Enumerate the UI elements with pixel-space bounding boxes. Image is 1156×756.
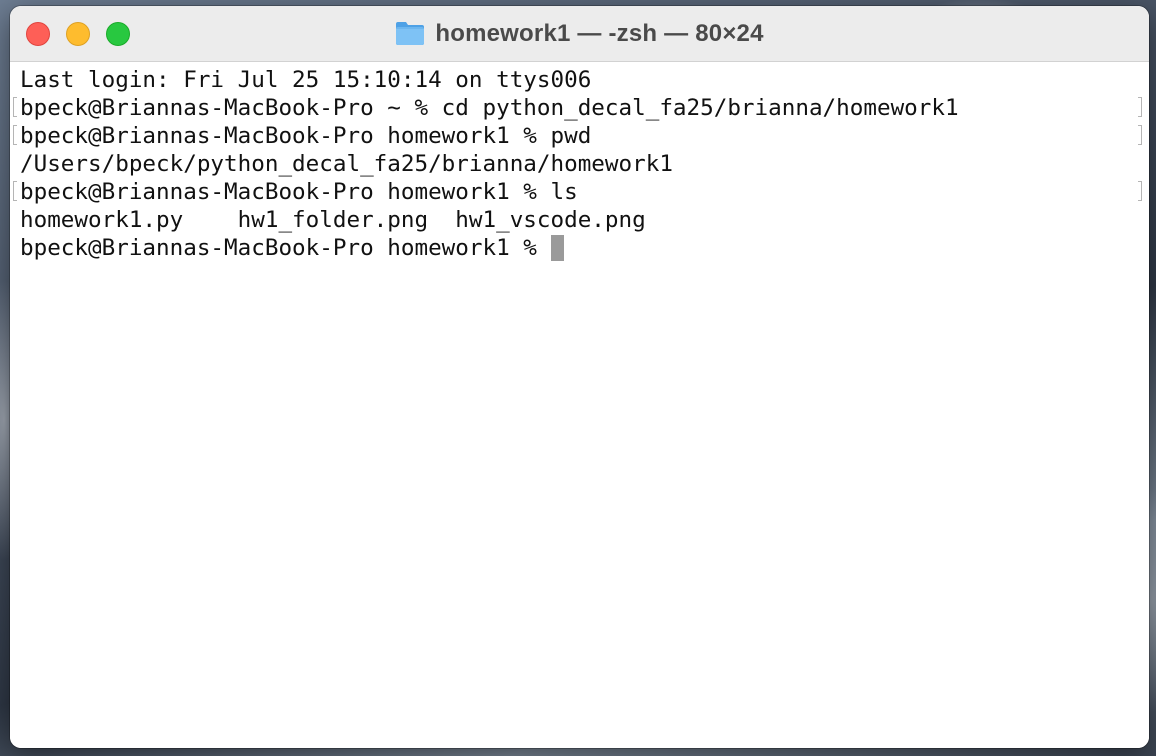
terminal-line-text: Last login: Fri Jul 25 15:10:14 on ttys0… xyxy=(20,67,592,93)
command-mark-left xyxy=(13,181,17,201)
text-cursor xyxy=(550,235,564,261)
terminal-line-command-pwd: bpeck@Briannas-MacBook-Pro homework1 % p… xyxy=(13,122,1149,150)
terminal-output[interactable]: Last login: Fri Jul 25 15:10:14 on ttys0… xyxy=(10,62,1149,748)
command-mark-right xyxy=(1138,125,1142,145)
terminal-window[interactable]: homework1 — -zsh — 80×24 Last login: Fri… xyxy=(10,6,1149,748)
command-mark-right xyxy=(1138,97,1142,117)
command-mark-left xyxy=(13,125,17,145)
window-title-group: homework1 — -zsh — 80×24 xyxy=(10,6,1149,62)
terminal-line-prompt[interactable]: bpeck@Briannas-MacBook-Pro homework1 % xyxy=(20,234,1149,262)
title-bar[interactable]: homework1 — -zsh — 80×24 xyxy=(10,6,1149,62)
folder-icon xyxy=(396,22,425,45)
terminal-line-ls-output: homework1.py hw1_folder.png hw1_vscode.p… xyxy=(20,206,1149,234)
terminal-line-text: homework1.py hw1_folder.png hw1_vscode.p… xyxy=(20,207,646,233)
terminal-line-text: /Users/bpeck/python_decal_fa25/brianna/h… xyxy=(20,151,673,177)
terminal-line-text: bpeck@Briannas-MacBook-Pro homework1 % p… xyxy=(20,123,592,149)
terminal-line-text: bpeck@Briannas-MacBook-Pro homework1 % l… xyxy=(20,179,578,205)
terminal-line-text: bpeck@Briannas-MacBook-Pro ~ % cd python… xyxy=(20,95,959,121)
terminal-line-pwd-output: /Users/bpeck/python_decal_fa25/brianna/h… xyxy=(20,150,1149,178)
terminal-line-last-login: Last login: Fri Jul 25 15:10:14 on ttys0… xyxy=(20,66,1149,94)
terminal-prompt-text: bpeck@Briannas-MacBook-Pro homework1 % xyxy=(20,235,551,261)
window-title: homework1 — -zsh — 80×24 xyxy=(435,20,764,47)
command-mark-left xyxy=(13,97,17,117)
terminal-line-command-ls: bpeck@Briannas-MacBook-Pro homework1 % l… xyxy=(13,178,1149,206)
command-mark-right xyxy=(1138,181,1142,201)
terminal-line-command-cd: bpeck@Briannas-MacBook-Pro ~ % cd python… xyxy=(13,94,1149,122)
